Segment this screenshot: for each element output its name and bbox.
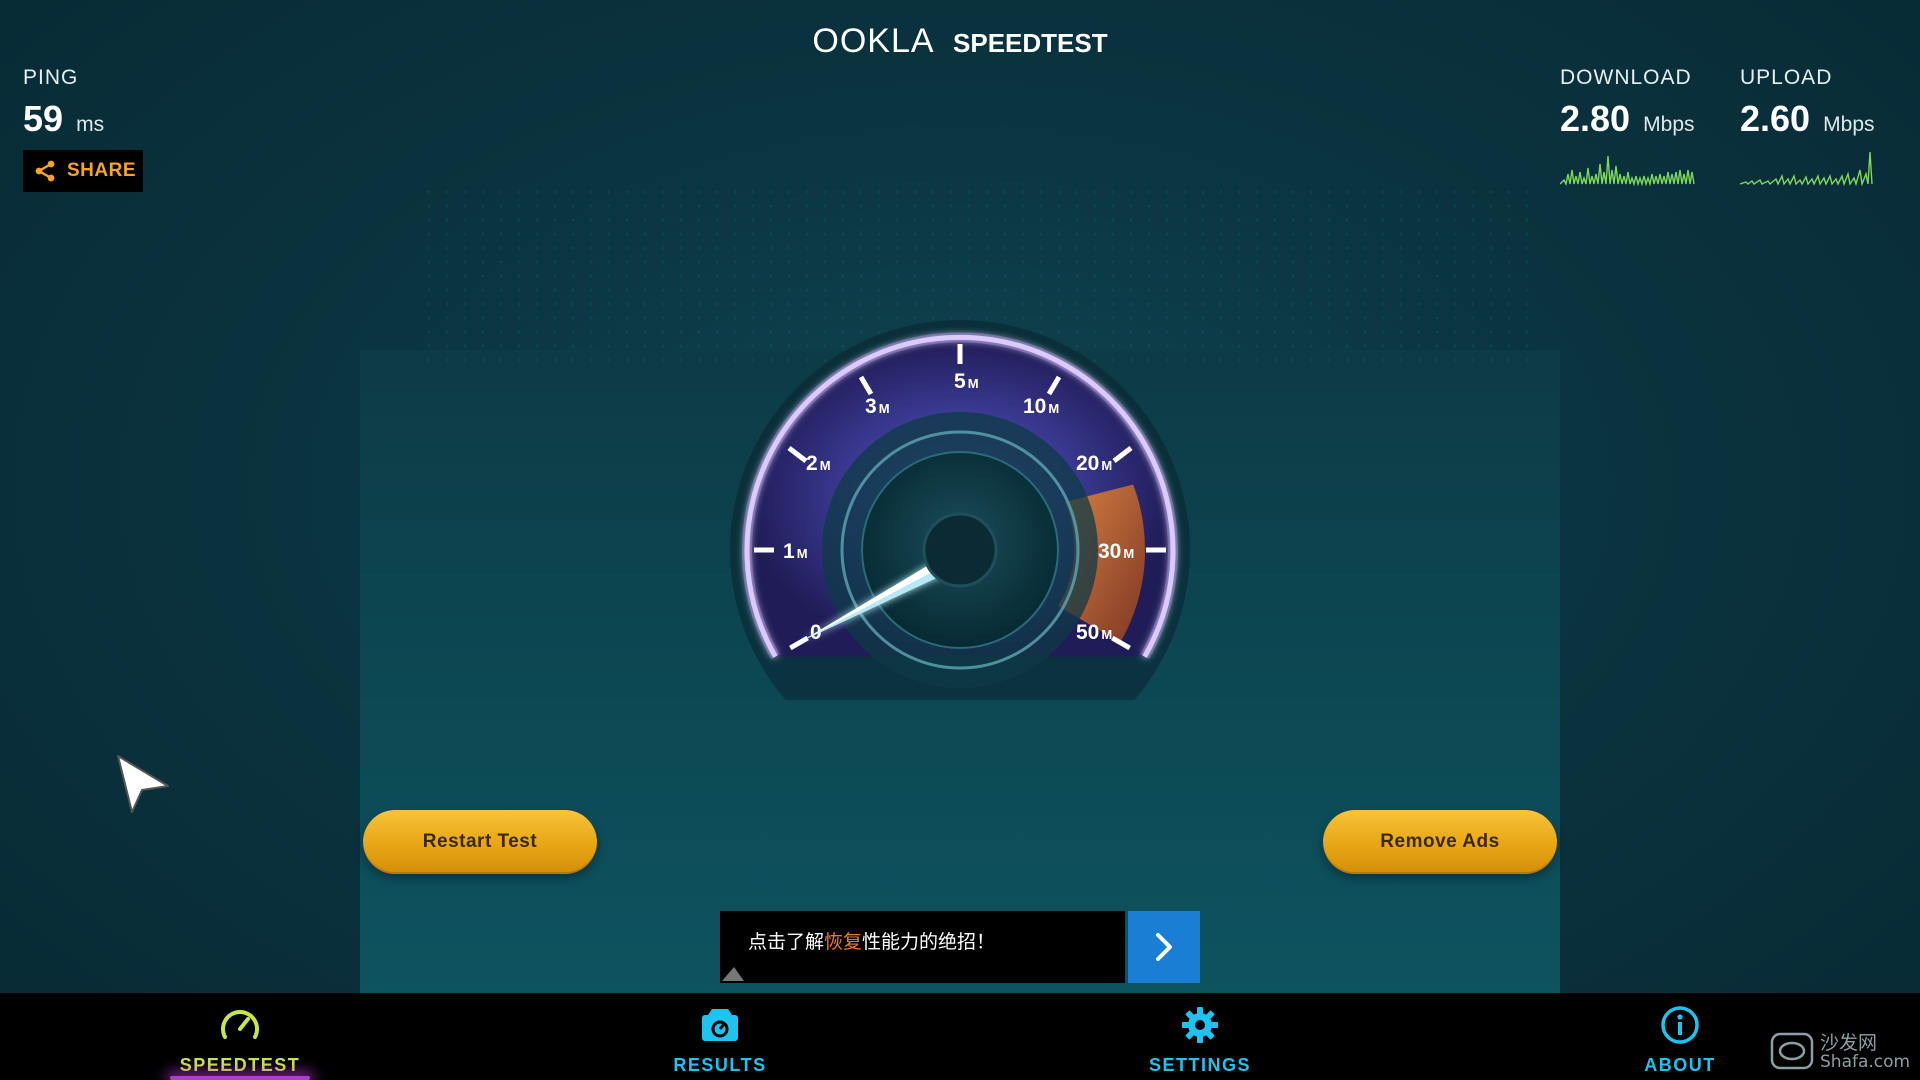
ookla-logo-text: OOKLA [812,22,935,60]
upload-value: 2.60 [1740,98,1811,139]
ad-text-highlight: 恢复 [824,931,863,953]
app-logo: OOKLA SPEEDTEST [0,22,1920,61]
nav-results-label: RESULTS [673,1055,767,1075]
remove-ads-button[interactable]: Remove Ads [1323,810,1557,874]
chevron-right-icon [1156,933,1172,961]
gear-icon [1182,1007,1218,1043]
upload-label: UPLOAD [1740,66,1833,89]
nav-results[interactable]: RESULTS [620,993,820,1080]
download-metric: DOWNLOAD 2.80 Mbps [1559,66,1730,190]
info-icon [1661,1006,1699,1044]
ad-banner[interactable]: 点击了解恢复性能力的绝招！ [720,911,1200,983]
bottom-nav: SPEEDTEST RESULTS SETTINGS ABOUT [0,993,1920,1080]
nav-active-indicator [170,1076,310,1080]
nav-about-label: ABOUT [1644,1055,1716,1075]
nav-settings-label: SETTINGS [1148,1055,1251,1075]
ping-value: 59 [23,98,64,139]
watermark-cn: 沙发网 [1820,1032,1878,1054]
ad-body[interactable]: 点击了解恢复性能力的绝招！ [720,911,1125,983]
speedtest-logo-text: SPEEDTEST [953,28,1108,58]
ad-text-part2: 性能力的绝招！ [862,931,996,953]
ad-text: 点击了解恢复性能力的绝招！ [748,927,995,954]
nav-about[interactable]: ABOUT [1580,993,1780,1080]
gauge-needle-cap [922,512,998,588]
download-value: 2.80 [1560,98,1631,139]
ad-text-part1: 点击了解 [748,931,825,953]
speedometer-icon [221,1010,259,1039]
ping-unit: ms [76,113,105,136]
mouse-cursor-icon [117,755,169,813]
watermark-site: Shafa.com [1820,1052,1911,1072]
watermark: 沙发网 Shafa.com [1768,1028,1918,1078]
ad-badge-icon [722,967,744,981]
share-icon [35,160,55,182]
upload-sparkline [1739,151,1873,187]
download-label: DOWNLOAD [1560,66,1692,89]
download-unit: Mbps [1643,113,1695,136]
ad-arrow-button[interactable] [1128,911,1200,983]
download-sparkline [1559,155,1695,187]
upload-metric: UPLOAD 2.60 Mbps [1739,66,1910,190]
speed-gauge: 0 1M 2M 3M 5M 10 M 20 M 30 M 50 M [730,320,1190,700]
upload-unit: Mbps [1823,113,1875,136]
ping-label: PING [23,66,79,89]
ping-metric: PING 59 ms [23,66,104,140]
nav-speedtest[interactable]: SPEEDTEST [140,993,340,1080]
results-icon [702,1009,738,1041]
share-button[interactable]: SHARE [23,150,143,192]
nav-settings[interactable]: SETTINGS [1100,993,1300,1080]
restart-test-button[interactable]: Restart Test [363,810,597,874]
share-label: SHARE [67,160,137,181]
tv-logo-icon [1770,1032,1814,1070]
nav-speedtest-label: SPEEDTEST [179,1055,301,1075]
